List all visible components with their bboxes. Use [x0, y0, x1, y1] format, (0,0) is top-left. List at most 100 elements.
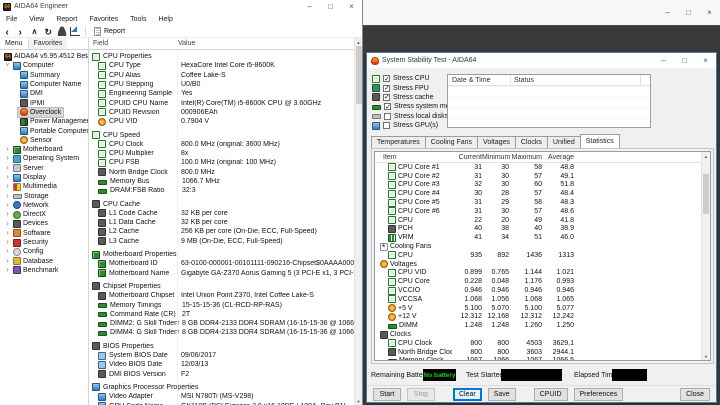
field-row[interactable]: CPUID Revision 000906EAh [89, 108, 362, 117]
field-row[interactable]: L2 Cache 256 KB per core (On-Die, ECC, F… [89, 227, 362, 236]
field-row[interactable]: Chipset Properties [89, 282, 362, 291]
menu-item[interactable]: Report [50, 13, 83, 25]
background-minimize-button[interactable]: – [657, 8, 678, 18]
field-row[interactable]: CPU Properties [89, 52, 362, 61]
tree-item[interactable]: Server [0, 164, 88, 173]
statistics-row[interactable]: CPU Core #4 30 28 57 48.4 [375, 189, 710, 198]
col-maximum[interactable]: Maximum [509, 154, 542, 161]
statistics-row[interactable]: CPU Core #3 32 30 60 51.8 [375, 181, 710, 190]
field-row[interactable]: Video BIOS Date 12/03/13 [89, 360, 362, 369]
stats-scrollbar-thumb[interactable] [703, 174, 709, 214]
col-average[interactable]: Average [542, 154, 574, 161]
field-row[interactable]: Memory Timings 15-15-15-36 (CL-RCD-RP-RA… [89, 300, 362, 309]
stress-checkbox[interactable] [384, 113, 391, 120]
result-tab[interactable]: Cooling Fans [425, 136, 478, 148]
tree-item[interactable]: Overclock [0, 108, 88, 117]
dialog-button[interactable]: Start [373, 388, 401, 401]
statistics-scrollbar[interactable]: ▲ ▼ [701, 152, 710, 360]
statistics-row[interactable]: Clocks [375, 330, 710, 339]
field-row[interactable]: Motherboard Name Gigabyte GA-Z370 Aorus … [89, 269, 362, 278]
dialog-button[interactable]: Clear [453, 388, 482, 401]
dialog-button[interactable]: Close [680, 388, 710, 401]
dialog-minimize-button[interactable]: – [653, 56, 674, 66]
statistics-row[interactable]: CPU 935 892 1436 1313 [375, 251, 710, 260]
statistics-row[interactable]: VRM 41 34 51 46.0 [375, 233, 710, 242]
statistics-row[interactable]: Memory Clock 1067 1066 1067 1066.5 [375, 357, 710, 361]
dialog-button[interactable]: CPUID [534, 388, 568, 401]
log-column-status[interactable]: Status [510, 75, 640, 85]
statistics-row[interactable]: CPU Core #1 31 30 58 48.8 [375, 163, 710, 172]
field-row[interactable]: CPU VID 0.7904 V [89, 117, 362, 126]
close-button[interactable]: × [341, 2, 362, 12]
statistics-row[interactable]: +5 V 5.100 5.070 5.100 5.077 [375, 304, 710, 313]
field-row[interactable]: North Bridge Clock 800.0 MHz [89, 168, 362, 177]
field-row[interactable]: CPU Stepping U0/B0 [89, 80, 362, 89]
tree-item[interactable]: Operating System [0, 154, 88, 163]
field-row[interactable]: BIOS Properties [89, 342, 362, 351]
scroll-up-icon[interactable]: ▲ [355, 38, 362, 46]
field-row[interactable]: Memory Bus 1066.7 MHz [89, 177, 362, 186]
tree-item[interactable]: Computer [0, 61, 88, 70]
scroll-down-icon[interactable]: ▼ [355, 397, 362, 405]
result-tab[interactable]: Unified [547, 136, 581, 148]
tree-item[interactable]: Motherboard [0, 145, 88, 154]
field-row[interactable]: L1 Data Cache 32 KB per core [89, 218, 362, 227]
tree-item[interactable]: Database [0, 257, 88, 266]
tree-item[interactable]: Multimedia [0, 182, 88, 191]
result-tab[interactable]: Voltages [477, 136, 516, 148]
toolbar-button[interactable] [42, 26, 55, 37]
log-column-datetime[interactable]: Date & Time [448, 75, 510, 85]
col-minimum[interactable]: Minimum [482, 154, 509, 161]
tree-item[interactable]: Summary [0, 71, 88, 80]
menu-item[interactable]: Tools [124, 13, 152, 25]
field-row[interactable]: CPU FSB 100.0 MHz (original: 100 MHz) [89, 158, 362, 167]
statistics-row[interactable]: PCH 40 38 40 38.9 [375, 225, 710, 234]
statistics-row[interactable]: VCCIO 0.946 0.946 0.946 0.946 [375, 286, 710, 295]
statistics-row[interactable]: VCCSA 1.068 1.056 1.068 1.065 [375, 295, 710, 304]
menu-item[interactable]: Help [152, 13, 178, 25]
stats-scroll-down-icon[interactable]: ▼ [702, 352, 710, 360]
field-row[interactable]: DRAM:FSB Ratio 32:3 [89, 186, 362, 195]
stats-scroll-up-icon[interactable]: ▲ [702, 152, 710, 160]
tree-item[interactable]: DirectX [0, 210, 88, 219]
stress-checkbox[interactable] [383, 94, 390, 101]
toolbar-button[interactable] [68, 26, 81, 37]
tree-item[interactable]: Network [0, 201, 88, 210]
toolbar-button[interactable] [29, 26, 42, 37]
field-row[interactable]: GPU Code Name GK110B (PCI Express 3.0 x1… [89, 401, 362, 405]
result-tab[interactable]: Temperatures [371, 136, 426, 148]
field-row[interactable]: L1 Code Cache 32 KB per core [89, 209, 362, 218]
dialog-titlebar[interactable]: System Stability Test - AIDA64 – □ × [367, 53, 716, 68]
menu-item[interactable]: View [23, 13, 50, 25]
tree-item[interactable]: Power Management [0, 117, 88, 126]
field-row[interactable]: DIMM4: G Skill TridentZ F4-3... 8 GB DDR… [89, 328, 362, 337]
statistics-row[interactable]: DIMM 1.248 1.248 1.260 1.250 [375, 321, 710, 330]
field-row[interactable]: CPU Clock 800.0 MHz (original: 3600 MHz) [89, 140, 362, 149]
field-row[interactable]: Motherboard ID 63-0100-000001-00101111-0… [89, 259, 362, 268]
toolbar-button[interactable] [16, 26, 29, 37]
tree-item[interactable]: Sensor [0, 136, 88, 145]
dialog-button[interactable]: Save [488, 388, 516, 401]
toolbar-button[interactable] [55, 26, 68, 37]
tree-item[interactable]: Software [0, 229, 88, 238]
tab-favorites[interactable]: Favorites [28, 38, 68, 49]
minimize-button[interactable]: – [299, 2, 320, 12]
main-titlebar[interactable]: AIDA64 Engineer – □ × [0, 0, 362, 13]
field-row[interactable]: Motherboard Properties [89, 250, 362, 259]
col-item[interactable]: Item [375, 154, 452, 161]
field-row[interactable]: Motherboard Chipset Intel Union Point Z3… [89, 291, 362, 300]
stress-checkbox[interactable] [383, 122, 390, 129]
dialog-button[interactable]: Stop [407, 388, 435, 401]
tree-item[interactable]: Portable Computer [0, 126, 88, 135]
tree-item[interactable]: AIDA64 v5.95.4512 Beta [0, 52, 88, 61]
tree-item[interactable]: Display [0, 173, 88, 182]
stress-checkbox[interactable] [384, 103, 391, 110]
field-row[interactable]: CPU Speed [89, 130, 362, 139]
stress-checkbox[interactable] [383, 75, 390, 82]
tree-item[interactable]: Benchmark [0, 266, 88, 275]
field-row[interactable]: L3 Cache 9 MB (On-Die, ECC, Full-Speed) [89, 237, 362, 246]
main-vertical-scrollbar[interactable]: ▲ ▼ [354, 38, 362, 405]
result-tab[interactable]: Clocks [515, 136, 548, 148]
tree-item[interactable]: Security [0, 238, 88, 247]
background-close-button[interactable]: × [699, 8, 720, 18]
